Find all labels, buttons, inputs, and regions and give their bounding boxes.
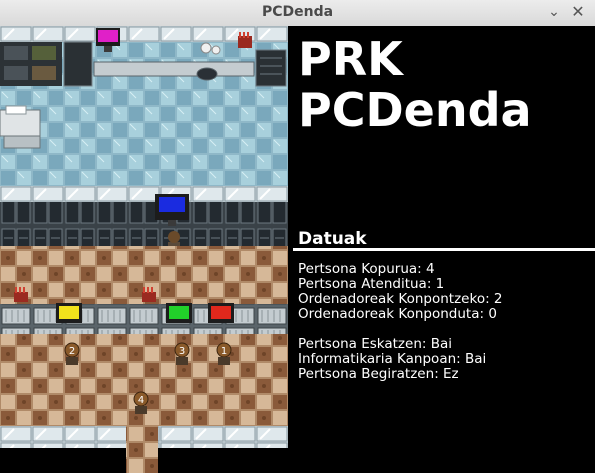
stats-spacer	[298, 322, 503, 337]
customer-number: 3	[179, 346, 185, 357]
server-rack	[255, 49, 287, 87]
section-divider	[293, 248, 595, 251]
cabinet-row	[0, 202, 288, 246]
bottom-wall-left	[0, 426, 126, 448]
customer-sprite: 3	[174, 342, 190, 365]
stat-label: Pertsona Eskatzen	[298, 336, 422, 352]
technician-monitor	[159, 197, 185, 212]
coffee-cup	[200, 42, 212, 54]
section-title: Datuak	[298, 229, 367, 249]
logo-line-1: PRK	[298, 32, 403, 86]
green-monitor	[169, 306, 189, 319]
logo-line-2: PCDenda	[298, 83, 532, 137]
stat-label: Pertsona Kopurua	[298, 261, 418, 277]
stat-row: Pertsona Kopurua: 4	[298, 261, 435, 277]
printer	[0, 105, 41, 149]
customer-sprite: 1	[216, 342, 232, 365]
minimize-button[interactable]: ⌄	[545, 3, 563, 21]
stat-label: Ordenadoreak Konpontzeko	[298, 291, 486, 307]
entrance-path	[126, 426, 158, 473]
stat-row: Ordenadoreak Konponduta: 0	[298, 306, 497, 322]
stat-row: Pertsona Eskatzen: Bai	[298, 336, 453, 352]
bottom-wall-right	[158, 426, 288, 448]
stat-row: Pertsona Atenditua: 1	[298, 276, 445, 292]
stool	[196, 67, 218, 81]
service-counter	[0, 304, 288, 334]
stat-value: Bai	[430, 336, 453, 352]
top-counter-monitor	[98, 30, 118, 42]
stat-value: 4	[426, 261, 435, 277]
title-bar[interactable]: PCDenda ⌄ ✕	[0, 0, 595, 27]
stat-label: Informatikaria Kanpoan	[298, 351, 457, 367]
glass-partition	[0, 186, 288, 202]
stat-row: Pertsona Begiratzen: Ez	[298, 366, 459, 382]
stat-label: Pertsona Atenditua	[298, 276, 427, 292]
stat-value: 0	[488, 306, 497, 322]
stat-row: Ordenadoreak Konpontzeko: 2	[298, 291, 503, 307]
game-scene: 2 3 1 4	[0, 26, 288, 473]
yellow-monitor	[59, 306, 79, 319]
red-monitor	[211, 306, 231, 319]
stat-label: Pertsona Begiratzen	[298, 366, 435, 382]
window-title: PCDenda	[261, 4, 334, 20]
stat-value: 2	[493, 291, 503, 307]
app-window: PCDenda ⌄ ✕ 2 3 1 4 PRK PCDenda Datuak P…	[0, 0, 595, 473]
close-button[interactable]: ✕	[569, 3, 587, 21]
stat-row: Informatikaria Kanpoan: Bai	[298, 351, 487, 367]
customer-number: 1	[221, 346, 227, 357]
stat-value: Ez	[443, 366, 459, 382]
customer-sprite: 4	[133, 391, 149, 414]
info-panel: PRK PCDenda Datuak Pertsona Kopurua: 4 Pe…	[288, 26, 595, 473]
stats-list: Pertsona Kopurua: 4 Pertsona Atenditua: …	[298, 262, 503, 382]
stat-value: Bai	[465, 351, 487, 367]
customer-number: 4	[138, 395, 144, 406]
locker	[63, 41, 93, 87]
customer-sprite: 2	[64, 342, 80, 365]
top-counter	[93, 61, 255, 77]
game-map: 2 3 1 4	[0, 26, 288, 473]
stat-value: 1	[435, 276, 445, 292]
stat-label: Ordenadoreak Konponduta	[298, 306, 480, 322]
customer-number: 2	[69, 346, 75, 357]
app-logo: PRK PCDenda	[298, 34, 532, 136]
